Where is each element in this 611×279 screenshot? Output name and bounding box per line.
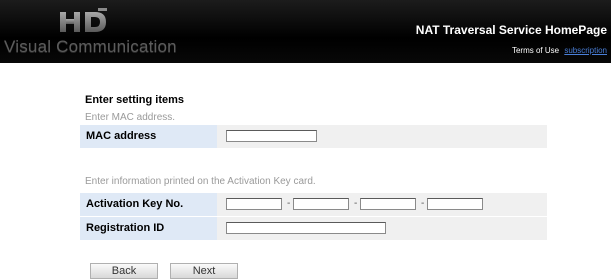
section-title: Enter setting items [85, 94, 185, 106]
mac-address-label: MAC address [80, 124, 217, 148]
site-title: NAT Traversal Service HomePage [415, 23, 607, 37]
mac-address-input[interactable] [226, 130, 317, 142]
hd-logo-icon [60, 8, 107, 32]
activation-key-input-1[interactable] [226, 198, 282, 210]
activation-separator: - [354, 198, 358, 209]
header-links: Terms of Use subscription [512, 46, 607, 55]
activation-separator: - [421, 198, 425, 209]
terms-of-use-link[interactable]: Terms of Use [512, 46, 559, 55]
activation-key-input-2[interactable] [293, 198, 349, 210]
activation-key-row: Activation Key No. - - - [80, 192, 547, 216]
mac-address-row: MAC address [80, 124, 547, 148]
activation-key-input-3[interactable] [360, 198, 416, 210]
registration-id-cell [217, 216, 547, 240]
registration-id-label: Registration ID [80, 216, 217, 240]
registration-id-input[interactable] [226, 222, 386, 234]
activation-key-label: Activation Key No. [80, 192, 217, 216]
activation-key-input-4[interactable] [427, 198, 483, 210]
activation-key-cell: - - - [217, 192, 547, 216]
activation-hint: Enter information printed on the Activat… [85, 176, 316, 187]
subscription-link[interactable]: subscription [564, 46, 607, 55]
mac-hint: Enter MAC address. [85, 112, 176, 123]
logo-text: Visual Communication [4, 37, 177, 56]
activation-separator: - [287, 198, 291, 209]
header-bar: Visual Communication NAT Traversal Servi… [0, 0, 611, 63]
mac-address-cell [217, 124, 547, 148]
registration-id-row: Registration ID [80, 216, 547, 240]
